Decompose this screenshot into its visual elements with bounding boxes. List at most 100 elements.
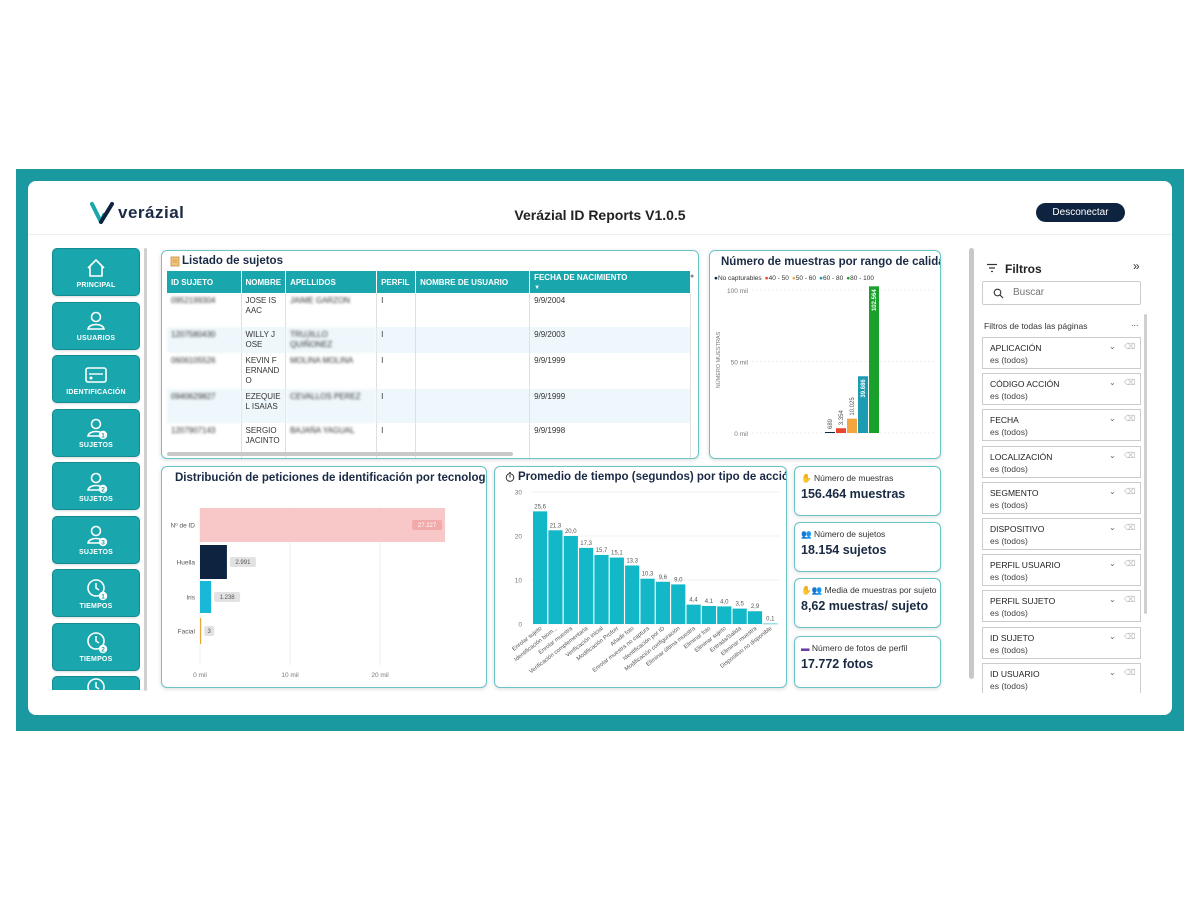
bar[interactable] <box>686 604 701 624</box>
nav-item-tiempos-2[interactable]: 2 TIEMPOS <box>52 622 140 671</box>
bar[interactable] <box>825 432 835 433</box>
bar[interactable] <box>701 605 717 624</box>
bar[interactable] <box>625 565 640 624</box>
column-header-usuario[interactable]: NOMBRE DE USUARIO <box>415 271 531 293</box>
chevron-down-icon[interactable]: ⌄ <box>1109 595 1116 604</box>
kpi-card-subjects: 👥 Número de sujetos 18.154 sujetos <box>794 522 941 572</box>
table-scroll-marker[interactable]: ● <box>690 273 694 280</box>
eraser-icon[interactable]: ⌫ <box>1124 378 1135 387</box>
nav-item-sujetos-2[interactable]: 2 SUJETOS <box>52 462 140 510</box>
filter-card-perfil-usuario[interactable]: PERFIL USUARIO es (todos) ⌄ ⌫ <box>982 554 1141 587</box>
bar[interactable] <box>640 578 655 624</box>
eraser-icon[interactable]: ⌫ <box>1124 632 1135 641</box>
column-header-fecha[interactable]: FECHA DE NACIMIENTO ▼ <box>529 271 691 293</box>
bar[interactable] <box>200 508 446 542</box>
nav-item-identificación[interactable]: IDENTIFICACIÓN <box>52 355 140 403</box>
filter-card-localización[interactable]: LOCALIZACIÓN es (todos) ⌄ ⌫ <box>982 445 1141 478</box>
legend-item[interactable]: ●50 - 60 <box>792 275 816 282</box>
table-row[interactable]: 1207580430 WILLY JOSE TRUJILLO QUIÑONEZ I 9/… <box>167 327 691 353</box>
legend-item[interactable]: ●40 - 50 <box>765 275 789 282</box>
bar[interactable] <box>548 530 563 624</box>
chevron-down-icon[interactable]: ⌄ <box>1109 487 1116 496</box>
eraser-icon[interactable]: ⌫ <box>1124 414 1135 423</box>
filter-card-id-usuario[interactable]: ID USUARIO es (todos) ⌄ ⌫ <box>982 662 1141 693</box>
column-header-perfil[interactable]: PERFIL <box>376 271 417 293</box>
cell-fecha: 9/9/2004 <box>529 293 691 327</box>
chevron-down-icon[interactable]: ⌄ <box>1109 414 1116 423</box>
filter-card-aplicación[interactable]: APLICACIÓN es (todos) ⌄ ⌫ <box>982 337 1141 369</box>
kpi-label: ✋👥 Media de muestras por sujeto <box>801 585 937 596</box>
table-row[interactable]: 0940629827 EZEQUIEL ISAIAS CEVALLOS PEREZ I… <box>167 389 691 423</box>
nav-item-more[interactable] <box>52 676 140 690</box>
nav-item-sujetos-3[interactable]: 3 SUJETOS <box>52 515 140 564</box>
nav-item-usuarios[interactable]: USUARIOS <box>52 301 140 350</box>
bar[interactable] <box>563 536 578 624</box>
table-row[interactable]: 0606105526 KEVIN FERNANDO MOLINA MOLINA I 9/… <box>167 353 691 389</box>
column-header-id[interactable]: ID SUJETO <box>167 271 242 293</box>
chevron-down-icon[interactable]: ⌄ <box>1109 342 1116 351</box>
legend-item[interactable]: ●60 - 80 <box>819 275 843 282</box>
column-header-nombre[interactable]: NOMBRE <box>241 271 287 293</box>
chevron-down-icon[interactable]: ⌄ <box>1109 378 1116 387</box>
chevron-down-icon[interactable]: ⌄ <box>1109 559 1116 568</box>
photo-icon: ▬ <box>801 643 810 653</box>
table-row[interactable]: 0952199304 JOSE ISAAC JAIME GARZON I 9/9/200… <box>167 293 691 327</box>
eraser-icon[interactable]: ⌫ <box>1124 342 1135 351</box>
bar[interactable] <box>533 511 548 624</box>
chevron-down-icon[interactable]: ⌄ <box>1109 523 1116 532</box>
column-header-apellidos[interactable]: APELLIDOS <box>285 271 378 293</box>
filter-card-perfil-sujeto[interactable]: PERFIL SUJETO es (todos) ⌄ ⌫ <box>982 590 1141 623</box>
filter-card-segmento[interactable]: SEGMENTO es (todos) ⌄ ⌫ <box>982 481 1141 514</box>
filter-card-dispositivo[interactable]: DISPOSITIVO es (todos) ⌄ ⌫ <box>982 518 1141 550</box>
legend-item[interactable]: ●No capturables <box>714 275 762 282</box>
bar[interactable] <box>836 428 846 433</box>
bar[interactable] <box>655 581 670 624</box>
nav-item-tiempos-1[interactable]: 1 TIEMPOS <box>52 569 140 617</box>
filter-name: PERFIL USUARIO <box>990 560 1061 571</box>
bar[interactable] <box>763 623 778 625</box>
bar[interactable] <box>732 608 747 624</box>
eraser-icon[interactable]: ⌫ <box>1124 668 1135 677</box>
bar[interactable] <box>200 618 202 644</box>
more-options-icon[interactable]: ... <box>1131 318 1139 328</box>
chevron-down-icon[interactable]: ⌄ <box>1109 668 1116 677</box>
filters-scrollbar-right[interactable] <box>1144 314 1147 614</box>
eraser-icon[interactable]: ⌫ <box>1124 523 1135 532</box>
filter-search-input[interactable] <box>1013 287 1133 298</box>
filter-card-fecha[interactable]: FECHA es (todos) ⌄ ⌫ <box>982 409 1141 442</box>
eraser-icon[interactable]: ⌫ <box>1124 451 1135 460</box>
y-tick-label: 100 mil <box>727 288 749 295</box>
legend-item[interactable]: ●80 - 100 <box>846 275 874 282</box>
bar[interactable] <box>717 606 732 624</box>
eraser-icon[interactable]: ⌫ <box>1124 487 1135 496</box>
filter-search[interactable] <box>982 281 1141 305</box>
sort-desc-icon[interactable]: ▼ <box>534 285 540 291</box>
bar[interactable] <box>579 547 594 624</box>
svg-text:2: 2 <box>101 647 105 654</box>
bar[interactable] <box>594 554 609 624</box>
chevron-down-icon[interactable]: ⌄ <box>1109 632 1116 641</box>
nav-item-sujetos-1[interactable]: 1 SUJETOS <box>52 408 140 457</box>
legend-label: 80 - 100 <box>850 275 875 282</box>
bar[interactable] <box>671 584 686 624</box>
filters-scrollbar-left[interactable] <box>969 248 974 679</box>
category-label: Facial <box>178 629 196 636</box>
sidebar-scrollbar[interactable] <box>144 248 147 691</box>
filter-card-id-sujeto[interactable]: ID SUJETO es (todos) ⌄ ⌫ <box>982 626 1141 659</box>
table-horizontal-scrollbar[interactable] <box>167 452 513 456</box>
eraser-icon[interactable]: ⌫ <box>1124 595 1135 604</box>
nav-item-principal[interactable]: PRINCIPAL <box>52 248 140 296</box>
bar[interactable] <box>747 611 763 624</box>
collapse-filters-icon[interactable]: » <box>1133 259 1140 273</box>
bar[interactable] <box>847 418 857 433</box>
logout-button[interactable]: Desconectar <box>1036 203 1125 222</box>
filter-card-código-acción[interactable]: CÓDIGO ACCIÓN es (todos) ⌄ ⌫ <box>982 373 1141 406</box>
bar[interactable] <box>200 581 212 613</box>
filters-title: Filtros <box>1005 262 1042 276</box>
cell-apellidos: TRUJILLO QUIÑONEZ <box>285 327 378 353</box>
chevron-down-icon[interactable]: ⌄ <box>1109 451 1116 460</box>
bar[interactable] <box>200 545 227 579</box>
bar[interactable] <box>609 557 624 624</box>
filter-icon <box>987 263 997 273</box>
eraser-icon[interactable]: ⌫ <box>1124 559 1135 568</box>
